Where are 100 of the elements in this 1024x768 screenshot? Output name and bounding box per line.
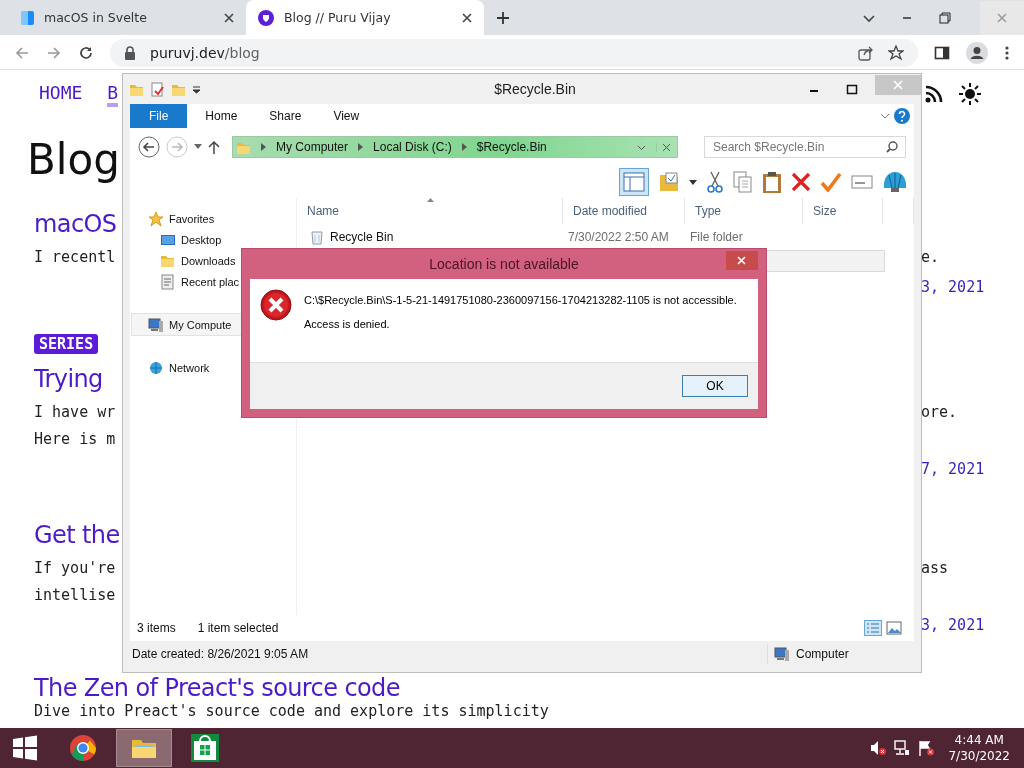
- shield-icon: [258, 9, 274, 26]
- post-excerpt: ore.: [921, 402, 959, 423]
- dropdown-icon[interactable]: [689, 179, 697, 185]
- document-icon: [160, 273, 176, 290]
- more-icon[interactable]: [1004, 44, 1010, 61]
- shell-icon[interactable]: [882, 170, 908, 194]
- tab-title: Blog // Puru Vijay: [284, 10, 392, 25]
- post-date: 3, 2021: [921, 615, 986, 636]
- error-icon: [260, 289, 292, 321]
- address-bar[interactable]: My Computer Local Disk (C:) $Recycle.Bin: [232, 136, 678, 158]
- share-icon[interactable]: [858, 44, 874, 61]
- computer-icon: [774, 646, 790, 662]
- post-excerpt: If you're: [34, 558, 116, 579]
- browser-tab[interactable]: macOS in Svelte: [8, 0, 246, 35]
- search-icon: [886, 141, 898, 153]
- error-message: C:\$Recycle.Bin\S-1-5-21-1491751080-2360097156-1704213282-1105 is not accessible.: [304, 294, 737, 306]
- post-excerpt: ass: [921, 558, 950, 579]
- back-icon[interactable]: [138, 136, 160, 158]
- delete-icon[interactable]: [791, 172, 811, 192]
- breadcrumb[interactable]: $Recycle.Bin: [476, 140, 547, 154]
- ribbon-tab[interactable]: Share: [255, 104, 316, 128]
- chevron-right-icon[interactable]: [358, 143, 364, 151]
- column-header[interactable]: Name: [297, 198, 563, 224]
- file-row[interactable]: Recycle Bin 7/30/2022 2:50 AM File folder: [305, 226, 885, 248]
- dropdown-icon[interactable]: [194, 144, 202, 150]
- close-icon[interactable]: [460, 10, 474, 25]
- breadcrumb[interactable]: My Computer: [276, 140, 349, 154]
- side-panel-icon[interactable]: [934, 44, 950, 61]
- globe-icon: [148, 359, 164, 376]
- sun-icon[interactable]: [959, 83, 981, 105]
- close-icon[interactable]: [656, 142, 671, 152]
- page-heading: Blog: [27, 135, 120, 185]
- post-excerpt: intellise: [34, 585, 116, 606]
- file-date: 7/30/2022 2:50 AM: [568, 230, 669, 244]
- ribbon-tab[interactable]: Home: [191, 104, 252, 128]
- computer-icon: [148, 316, 164, 333]
- plus-icon[interactable]: [496, 10, 510, 25]
- scissors-icon[interactable]: [706, 171, 724, 193]
- clipboard-icon[interactable]: [762, 171, 782, 193]
- network-icon[interactable]: [894, 740, 911, 756]
- nav-item[interactable]: Recent plac: [130, 271, 296, 292]
- search-field[interactable]: Search $Recycle.Bin: [704, 136, 906, 158]
- nav-item[interactable]: Network: [130, 357, 296, 378]
- muted-speaker-icon[interactable]: [870, 740, 887, 756]
- star-icon[interactable]: [888, 44, 904, 61]
- help-icon[interactable]: [894, 108, 910, 124]
- rss-icon[interactable]: [925, 85, 943, 103]
- post-excerpt: Dive into Preact's source code and explore its simplicity: [34, 702, 549, 720]
- close-icon[interactable]: [222, 10, 236, 25]
- ok-button[interactable]: OK: [682, 375, 748, 397]
- chevron-right-icon[interactable]: [461, 143, 467, 151]
- post-excerpt: e.: [921, 247, 941, 268]
- breadcrumb[interactable]: Local Disk (C:): [373, 140, 452, 154]
- forward-icon[interactable]: [46, 44, 62, 61]
- post-title[interactable]: macOS: [34, 204, 117, 244]
- column-header[interactable]: Size: [803, 198, 883, 224]
- back-icon[interactable]: [14, 44, 30, 61]
- flag-icon[interactable]: [918, 740, 935, 756]
- post-title[interactable]: Get the: [34, 515, 120, 555]
- nav-item[interactable]: Desktop: [130, 229, 296, 250]
- error-detail: Access is denied.: [304, 318, 390, 330]
- checkmark-icon[interactable]: [820, 172, 842, 192]
- file-menu[interactable]: File: [130, 104, 188, 128]
- post-excerpt: I have wr: [34, 402, 116, 423]
- chevron-right-icon[interactable]: [261, 143, 266, 151]
- post-excerpt: Here is m: [34, 429, 116, 450]
- preview-pane-icon[interactable]: [619, 168, 649, 196]
- star-icon: [148, 210, 164, 227]
- properties-icon[interactable]: [150, 81, 165, 97]
- window-title: $Recycle.Bin: [493, 81, 577, 97]
- nav-item[interactable]: Downloads: [130, 250, 296, 271]
- maximize-icon[interactable]: [846, 83, 858, 95]
- browser-tab[interactable]: Blog // Puru Vijay: [246, 0, 484, 35]
- post-date: 7, 2021: [921, 459, 986, 480]
- browser-icon: [69, 734, 97, 762]
- restore-icon[interactable]: [938, 10, 952, 25]
- reload-icon[interactable]: [78, 44, 94, 61]
- selection-count: 1 item selected: [197, 621, 279, 635]
- series-badge: SERIES: [34, 334, 99, 354]
- lock-icon: [124, 45, 136, 60]
- address-field[interactable]: puruvj.dev/blog: [110, 38, 918, 67]
- nav-link[interactable]: B: [107, 81, 119, 107]
- column-header[interactable]: Type: [685, 198, 803, 224]
- post-title[interactable]: Trying: [34, 359, 103, 399]
- up-icon[interactable]: [208, 140, 220, 154]
- dialog-title: Location is not available: [429, 256, 579, 272]
- post-title[interactable]: The Zen of Preact's source code: [34, 674, 400, 702]
- dropdown-icon[interactable]: [192, 84, 201, 94]
- thumbnail-view-icon[interactable]: [886, 621, 902, 635]
- windows-start-icon[interactable]: [12, 735, 38, 761]
- file-type: File folder: [690, 230, 743, 244]
- ribbon-tab[interactable]: View: [319, 104, 374, 128]
- item-count: 3 items: [137, 621, 176, 635]
- folder-icon[interactable]: [658, 171, 680, 193]
- chevron-down-icon[interactable]: [880, 111, 890, 121]
- nav-item[interactable]: Favorites: [130, 208, 296, 229]
- nav-link[interactable]: HOME: [39, 81, 83, 107]
- column-header[interactable]: Date modified: [563, 198, 685, 224]
- file-name: Recycle Bin: [330, 230, 394, 244]
- profile-icon[interactable]: [966, 41, 988, 64]
